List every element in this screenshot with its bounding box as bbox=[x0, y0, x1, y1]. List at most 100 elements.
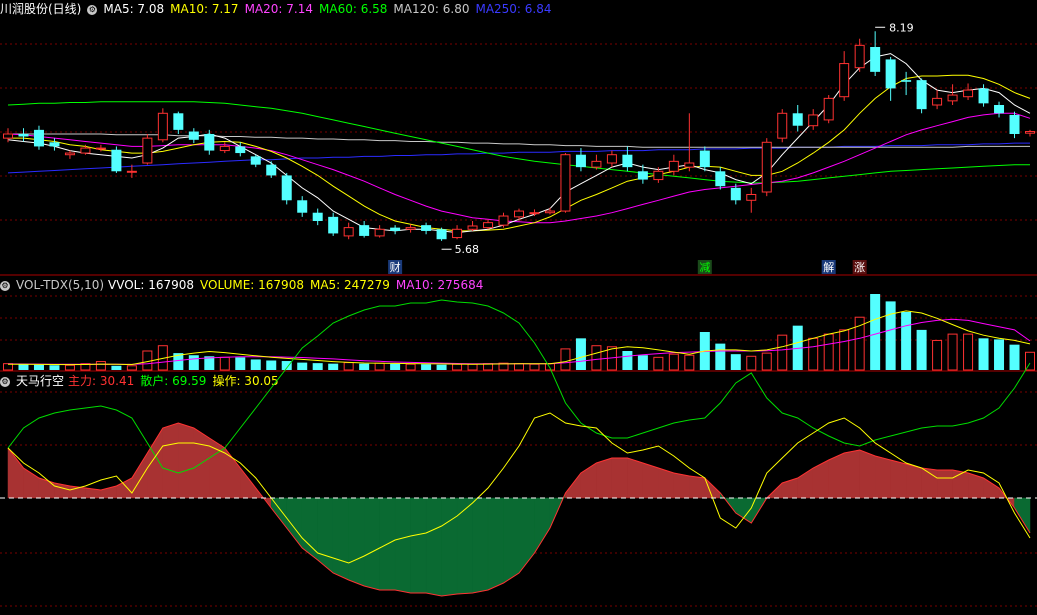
candle-53 bbox=[823, 95, 834, 124]
volume-bar-14 bbox=[219, 356, 230, 371]
zhuli-area-14 bbox=[224, 447, 241, 499]
candle-body-0 bbox=[3, 133, 13, 139]
candle-body-10 bbox=[157, 112, 168, 141]
candle-body-1 bbox=[18, 134, 29, 137]
volume-bar-1 bbox=[18, 364, 29, 370]
candle-46 bbox=[715, 167, 726, 190]
zhuli-area-40 bbox=[627, 457, 644, 499]
candle-body-21 bbox=[328, 216, 339, 234]
candle-60 bbox=[932, 90, 943, 110]
candle-11 bbox=[173, 111, 184, 134]
volume-bar-17 bbox=[266, 360, 277, 370]
zhuli-area-55 bbox=[859, 449, 876, 499]
zhuli-area-27 bbox=[425, 497, 442, 597]
candle-45 bbox=[699, 146, 710, 172]
volume-bar-16 bbox=[250, 359, 261, 370]
volume-bar-15 bbox=[235, 357, 246, 370]
candle-body-29 bbox=[452, 228, 463, 239]
candle-body-33 bbox=[514, 210, 524, 218]
candle-body-50 bbox=[777, 112, 788, 139]
candle-body-30 bbox=[467, 225, 478, 230]
candle-body-41 bbox=[637, 171, 648, 180]
candle-body-60 bbox=[932, 97, 943, 106]
stock-chart-canvas[interactable]: 8.19 5.68 财 减 解 涨 bbox=[0, 0, 1037, 615]
candle-50 bbox=[777, 109, 788, 143]
volume-bar-23 bbox=[359, 363, 370, 370]
ma5-line bbox=[7, 53, 1031, 234]
candle-body-56 bbox=[870, 47, 881, 72]
candle-body-11 bbox=[173, 113, 184, 130]
candle-44 bbox=[684, 113, 695, 172]
zhuli-area-38 bbox=[596, 457, 613, 499]
zhuli-area-57 bbox=[890, 459, 907, 499]
volume-bar-64 bbox=[994, 339, 1005, 370]
volume-bar-38 bbox=[591, 345, 602, 371]
candle-28 bbox=[436, 227, 447, 241]
candle-body-48 bbox=[746, 193, 757, 201]
volume-bar-58 bbox=[901, 311, 912, 370]
candle-23 bbox=[359, 221, 370, 238]
candle-body-58 bbox=[901, 80, 912, 82]
event-marker-0: 财 bbox=[390, 260, 401, 274]
candle-4 bbox=[64, 150, 75, 159]
volume-bar-21 bbox=[328, 363, 339, 370]
candle-body-9 bbox=[142, 137, 153, 164]
candle-38 bbox=[591, 154, 602, 170]
candle-57 bbox=[885, 56, 896, 101]
candle-body-47 bbox=[730, 187, 741, 201]
zhuli-area-9 bbox=[147, 427, 164, 499]
candle-body-6 bbox=[95, 147, 106, 150]
volume-bar-29 bbox=[452, 363, 463, 371]
candle-body-35 bbox=[544, 210, 555, 214]
volume-bar-46 bbox=[715, 343, 726, 370]
candle-body-23 bbox=[359, 225, 370, 236]
candle-1 bbox=[18, 128, 29, 142]
candle-56 bbox=[870, 31, 881, 76]
volume-bar-2 bbox=[33, 364, 44, 370]
candle-body-38 bbox=[591, 160, 602, 168]
candle-body-61 bbox=[947, 94, 958, 102]
candle-17 bbox=[266, 161, 277, 178]
candle-33 bbox=[514, 208, 524, 221]
volume-bar-47 bbox=[730, 354, 741, 370]
volume-bar-43 bbox=[668, 353, 679, 371]
zhuli-area-58 bbox=[905, 463, 922, 499]
volume-bar-6 bbox=[95, 361, 106, 371]
moving-average-lines bbox=[7, 53, 1031, 234]
volume-bar-41 bbox=[637, 355, 648, 370]
volume-bar-54 bbox=[839, 329, 850, 371]
candle-body-57 bbox=[885, 59, 896, 89]
volume-bar-57 bbox=[885, 301, 896, 370]
zhuli-area-7 bbox=[116, 477, 133, 499]
volume-bar-30 bbox=[467, 363, 478, 371]
volume-bar-52 bbox=[808, 337, 819, 371]
candle-body-44 bbox=[684, 162, 695, 168]
candle-16 bbox=[250, 154, 261, 168]
volume-bar-36 bbox=[560, 348, 571, 371]
zhuli-area-29 bbox=[456, 497, 473, 595]
candle-26 bbox=[405, 224, 416, 233]
zhuli-area-22 bbox=[348, 497, 365, 587]
volume-bar-4 bbox=[64, 364, 75, 371]
zhuli-area-10 bbox=[162, 422, 179, 499]
candle-body-66 bbox=[1025, 131, 1035, 134]
zhuli-area-21 bbox=[332, 497, 349, 581]
candle-body-59 bbox=[916, 80, 927, 110]
zhuli-area-52 bbox=[812, 459, 829, 499]
zhuli-area-23 bbox=[363, 497, 380, 591]
oscillator-panel bbox=[0, 299, 1037, 597]
volume-bar-63 bbox=[978, 338, 989, 370]
candle-31 bbox=[483, 219, 494, 230]
candle-body-5 bbox=[80, 147, 91, 154]
candle-48 bbox=[746, 187, 757, 213]
event-marker-2: 解 bbox=[823, 260, 834, 274]
candle-body-18 bbox=[281, 175, 292, 201]
candle-body-65 bbox=[1009, 114, 1020, 134]
volume-bar-42 bbox=[653, 356, 664, 371]
zhuli-area-28 bbox=[441, 497, 458, 597]
volume-bar-53 bbox=[823, 333, 834, 371]
candle-39 bbox=[606, 150, 617, 168]
candle-body-37 bbox=[575, 154, 586, 168]
candle-body-62 bbox=[963, 89, 974, 98]
candle-32 bbox=[498, 212, 509, 228]
